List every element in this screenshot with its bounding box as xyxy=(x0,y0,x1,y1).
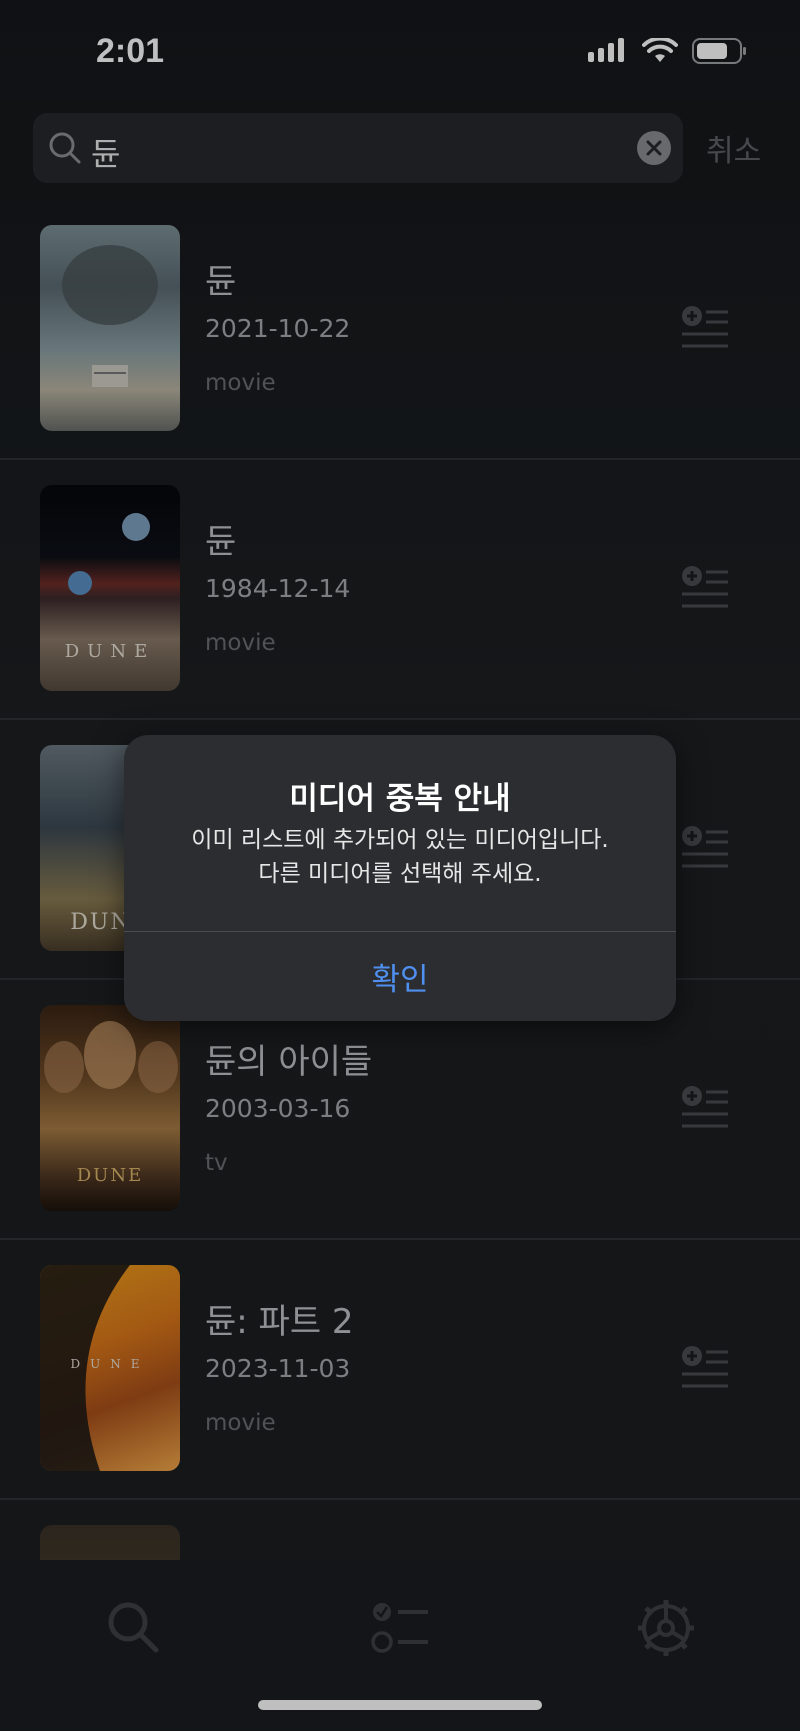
search-screen: 2:01 듄 취소 듄 2021-10-22 movie DUNE 듄 1984… xyxy=(0,0,800,1731)
alert-message-line-1: 이미 리스트에 추가되어 있는 미디어입니다. xyxy=(191,827,609,853)
alert-title: 미디어 중복 안내 xyxy=(289,781,511,817)
confirm-button[interactable]: 확인 xyxy=(124,932,676,1021)
alert-message-line-2: 다른 미디어를 선택해 주세요. xyxy=(258,861,542,887)
alert-message: 이미 리스트에 추가되어 있는 미디어입니다. 다른 미디어를 선택해 주세요. xyxy=(144,823,656,891)
duplicate-media-alert: 미디어 중복 안내 이미 리스트에 추가되어 있는 미디어입니다. 다른 미디어… xyxy=(124,735,676,1021)
